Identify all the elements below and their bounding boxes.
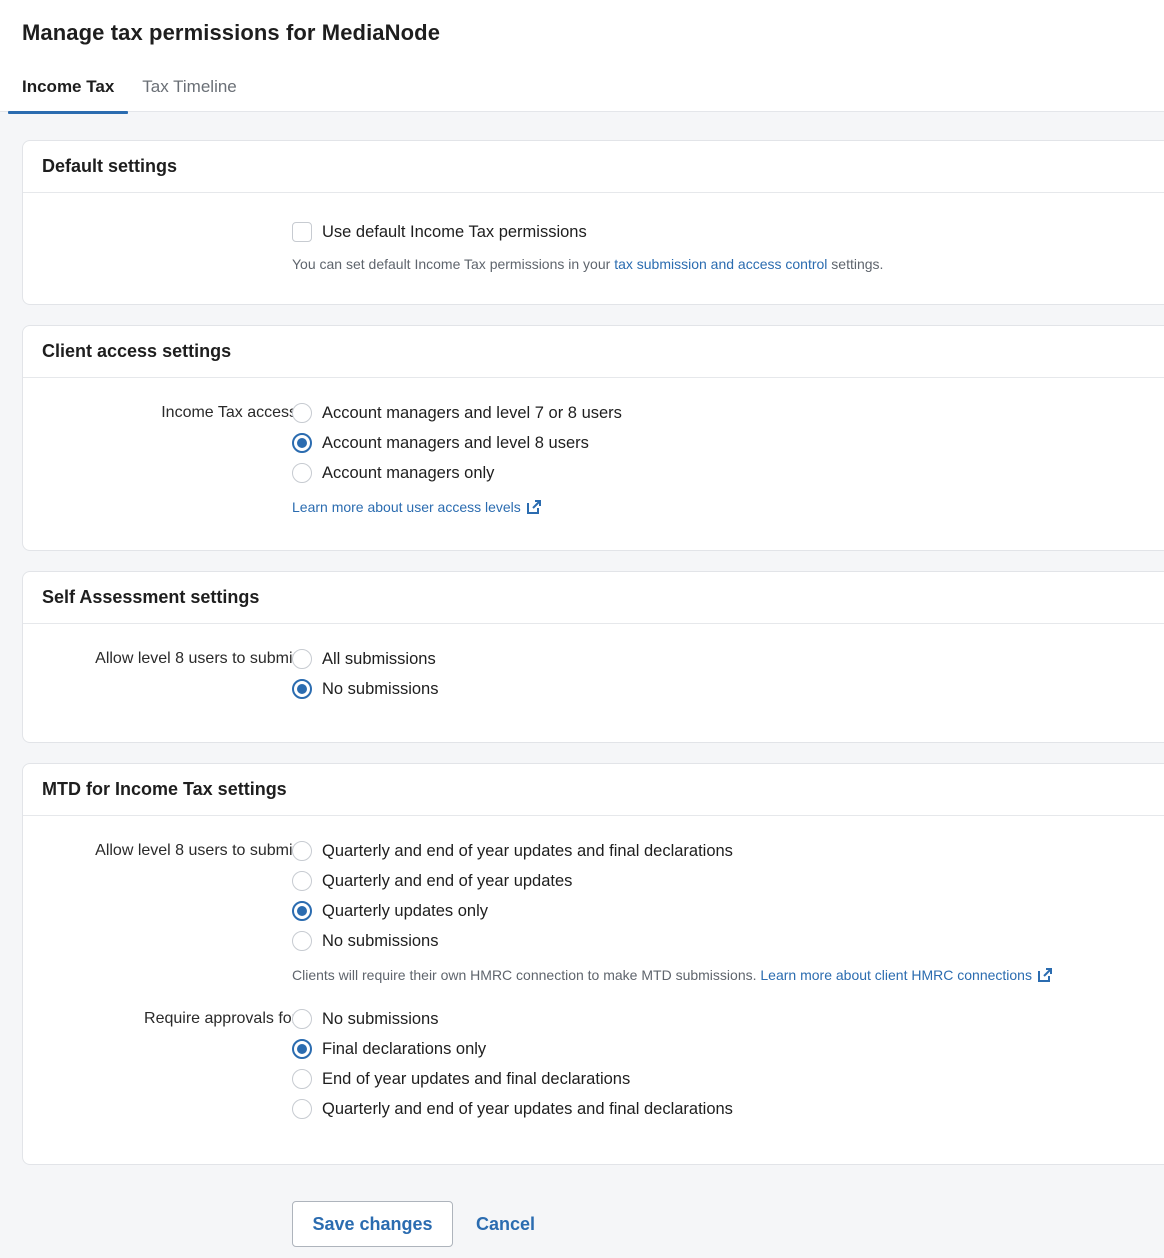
tax-submission-access-control-link[interactable]: tax submission and access control bbox=[614, 256, 827, 272]
radio-button[interactable] bbox=[292, 931, 312, 951]
self-assessment-card: Self Assessment settings Allow level 8 u… bbox=[22, 571, 1164, 743]
default-settings-card: Default settings Use default Income Tax … bbox=[22, 140, 1164, 305]
radio-button[interactable] bbox=[292, 871, 312, 891]
radio-label: Final declarations only bbox=[322, 1039, 487, 1058]
client-access-title: Client access settings bbox=[23, 326, 1164, 378]
radio-label: Quarterly and end of year updates bbox=[322, 871, 573, 890]
mtd-submit-label: Allow level 8 users to submit bbox=[95, 842, 297, 859]
radio-option[interactable]: End of year updates and final declaratio… bbox=[292, 1064, 733, 1094]
client-hmrc-connections-link[interactable]: Learn more about client HMRC connections bbox=[760, 967, 1032, 983]
radio-label: End of year updates and final declaratio… bbox=[322, 1069, 631, 1088]
income-tax-access-options: Account managers and level 7 or 8 users … bbox=[292, 398, 622, 517]
radio-option[interactable]: Account managers and level 7 or 8 users bbox=[292, 398, 622, 428]
radio-button[interactable] bbox=[292, 403, 312, 423]
external-link-icon[interactable] bbox=[1037, 967, 1053, 983]
tab-tax-timeline[interactable]: Tax Timeline bbox=[128, 72, 250, 112]
radio-label: Quarterly and end of year updates and fi… bbox=[322, 841, 733, 860]
mtd-card: MTD for Income Tax settings Allow level … bbox=[22, 763, 1164, 1165]
radio-button[interactable] bbox=[292, 1099, 312, 1119]
self-assessment-submit-options: All submissions No submissions bbox=[292, 644, 438, 704]
radio-option[interactable]: No submissions bbox=[292, 926, 1053, 956]
default-settings-title: Default settings bbox=[23, 141, 1164, 193]
radio-option[interactable]: Quarterly updates only bbox=[292, 896, 1053, 926]
external-link-icon[interactable] bbox=[526, 499, 542, 515]
learn-more-access-levels: Learn more about user access levels bbox=[292, 497, 622, 517]
radio-option[interactable]: Account managers and level 8 users bbox=[292, 428, 622, 458]
radio-option[interactable]: Quarterly and end of year updates and fi… bbox=[292, 1094, 733, 1124]
hint-prefix: You can set default Income Tax permissio… bbox=[292, 256, 611, 272]
mtd-title: MTD for Income Tax settings bbox=[23, 764, 1164, 816]
default-permissions-options: Use default Income Tax permissions You c… bbox=[292, 217, 883, 274]
radio-button-selected[interactable] bbox=[292, 1039, 312, 1059]
radio-button[interactable] bbox=[292, 649, 312, 669]
radio-option[interactable]: Final declarations only bbox=[292, 1034, 733, 1064]
default-permissions-hint: You can set default Income Tax permissio… bbox=[292, 254, 883, 274]
cancel-button[interactable]: Cancel bbox=[476, 1214, 535, 1235]
page-title: Manage tax permissions for MediaNode bbox=[22, 20, 441, 45]
tab-bar: Income Tax Tax Timeline bbox=[8, 72, 251, 114]
radio-label: Quarterly and end of year updates and fi… bbox=[322, 1099, 733, 1118]
radio-button[interactable] bbox=[292, 841, 312, 861]
radio-button[interactable] bbox=[292, 463, 312, 483]
self-assessment-title: Self Assessment settings bbox=[23, 572, 1164, 624]
radio-option[interactable]: Account managers only bbox=[292, 458, 622, 488]
radio-label: Quarterly updates only bbox=[322, 901, 489, 920]
radio-label: Account managers and level 7 or 8 users bbox=[322, 403, 622, 422]
mtd-hint-text: Clients will require their own HMRC conn… bbox=[292, 967, 757, 983]
radio-button[interactable] bbox=[292, 1069, 312, 1089]
radio-option[interactable]: No submissions bbox=[292, 1004, 733, 1034]
self-assessment-submit-label: Allow level 8 users to submit bbox=[95, 650, 297, 667]
radio-label: All submissions bbox=[322, 649, 436, 668]
tab-income-tax[interactable]: Income Tax bbox=[8, 72, 129, 114]
radio-label: No submissions bbox=[322, 931, 439, 950]
radio-option[interactable]: All submissions bbox=[292, 644, 438, 674]
form-actions: Save changes Cancel bbox=[292, 1201, 535, 1247]
mtd-hmrc-hint: Clients will require their own HMRC conn… bbox=[292, 965, 1053, 985]
use-default-permissions-checkbox[interactable]: Use default Income Tax permissions bbox=[292, 217, 883, 247]
require-approvals-label: Require approvals for bbox=[144, 1010, 297, 1027]
radio-label: No submissions bbox=[322, 1009, 439, 1028]
radio-button-selected[interactable] bbox=[292, 679, 312, 699]
income-tax-access-label: Income Tax access bbox=[161, 404, 297, 421]
mtd-submit-options: Quarterly and end of year updates and fi… bbox=[292, 836, 1053, 985]
radio-button-selected[interactable] bbox=[292, 433, 312, 453]
radio-option[interactable]: Quarterly and end of year updates bbox=[292, 866, 1053, 896]
client-access-card: Client access settings Income Tax access… bbox=[22, 325, 1164, 551]
radio-option[interactable]: No submissions bbox=[292, 674, 438, 704]
radio-label: No submissions bbox=[322, 679, 439, 698]
radio-button[interactable] bbox=[292, 1009, 312, 1029]
save-changes-button[interactable]: Save changes bbox=[292, 1201, 453, 1247]
radio-button-selected[interactable] bbox=[292, 901, 312, 921]
page-header: Manage tax permissions for MediaNode Inc… bbox=[0, 0, 1164, 114]
radio-label: Account managers only bbox=[322, 463, 495, 482]
hint-suffix: settings. bbox=[831, 256, 884, 272]
radio-option[interactable]: Quarterly and end of year updates and fi… bbox=[292, 836, 1053, 866]
learn-more-access-levels-link[interactable]: Learn more about user access levels bbox=[292, 499, 521, 515]
checkbox-box[interactable] bbox=[292, 222, 312, 242]
require-approvals-options: No submissions Final declarations only E… bbox=[292, 1004, 733, 1124]
radio-label: Account managers and level 8 users bbox=[322, 433, 589, 452]
use-default-permissions-label: Use default Income Tax permissions bbox=[322, 222, 587, 241]
